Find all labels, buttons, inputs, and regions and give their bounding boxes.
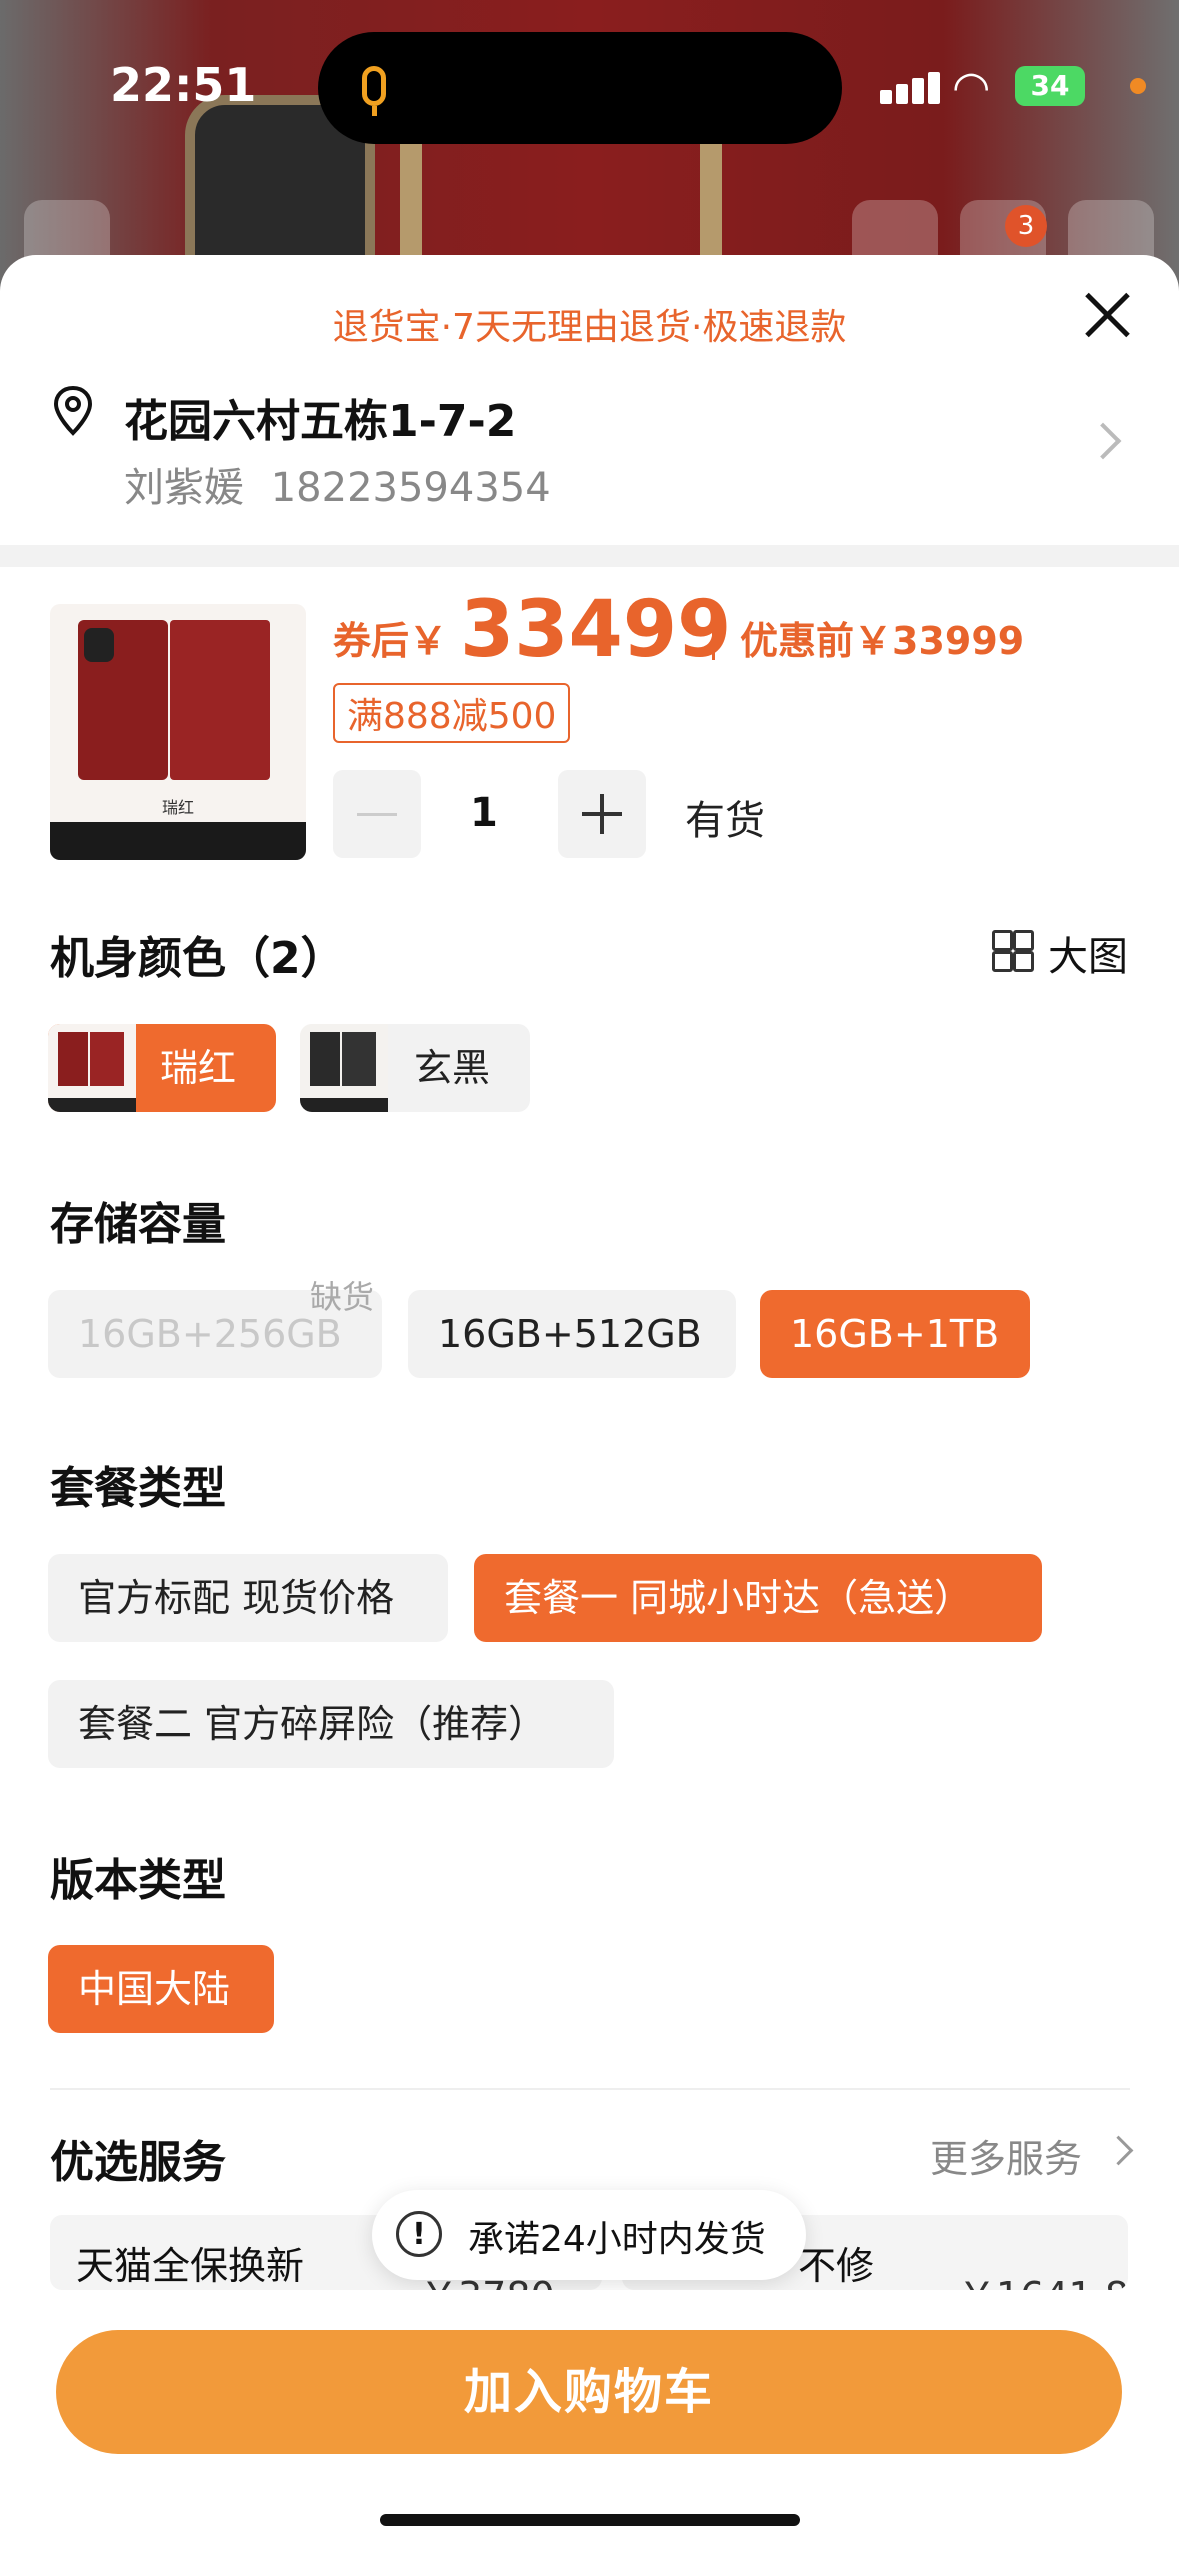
color-option-label: 玄黑 [414,1046,491,1090]
grid-view-icon[interactable] [992,930,1034,972]
wifi-icon: ◠ [952,62,991,113]
storage-option-1tb[interactable]: 16GB+1TB [760,1290,1030,1378]
storage-section-title: 存储容量 [50,1199,226,1250]
color-option-label: 瑞红 [160,1046,237,1090]
thumbnail-caption: 瑞红 [161,798,194,817]
battery-icon: 34 [1015,66,1085,106]
storage-option-512gb[interactable]: 16GB+512GB [408,1290,736,1378]
address-text[interactable]: 花园六村五栋1-7-2 [124,385,516,449]
section-divider [0,545,1179,567]
exclamation-icon: ! [396,2211,442,2257]
location-pin-icon [53,385,93,436]
price-label: 券后￥ [333,619,448,663]
original-price-label: 优惠前￥ [740,619,893,663]
version-section-title: 版本类型 [50,1855,226,1906]
quantity-value[interactable]: 1 [470,790,498,836]
recipient-info[interactable]: 刘紫媛 18223594354 [124,455,551,513]
original-price: 优惠前￥33999 [740,610,1024,665]
add-to-cart-button[interactable]: 加入购物车 [56,2330,1122,2454]
section-divider [50,2088,1130,2090]
coupon-badge: 满888减500 [333,683,571,743]
more-services-link[interactable]: 更多服务 [930,2128,1082,2183]
home-indicator [380,2514,800,2526]
product-thumbnail[interactable]: 瑞红 [50,604,306,860]
microphone-icon-stem [372,106,377,116]
plus-icon [600,794,604,834]
service-label: 天猫全保换新 [76,2244,305,2288]
package-option-insurance[interactable]: 套餐二 官方碎屏险（推荐） [48,1680,614,1768]
package-option-standard[interactable]: 官方标配 现货价格 [48,1554,448,1642]
signal-icon [912,78,924,104]
big-image-toggle[interactable]: 大图 [1048,924,1128,982]
coupon-price: 33499 [460,585,732,675]
service-section-title: 优选服务 [50,2137,226,2188]
dynamic-island [318,32,842,144]
color-section-title: 机身颜色（2） [50,933,345,984]
shipping-promise-toast: ! 承诺24小时内发货 [372,2190,806,2280]
signal-icon [928,72,940,104]
privacy-indicator-dot [1130,78,1146,94]
color-option-red[interactable]: 瑞红 [48,1024,276,1112]
package-option-express[interactable]: 套餐一 同城小时达（急送） [474,1554,1042,1642]
out-of-stock-tag: 缺货 [310,1278,375,1316]
microphone-icon [362,66,386,106]
service-price: ￥1641.8 [958,2265,1128,2290]
price-separator [712,620,715,660]
minus-icon [357,813,397,816]
cart-badge: 3 [1005,205,1047,247]
close-icon[interactable] [1082,290,1132,340]
package-section-title: 套餐类型 [50,1463,226,1514]
version-option-mainland[interactable]: 中国大陆 [48,1945,274,2033]
toast-text: 承诺24小时内发货 [468,2219,766,2260]
color-option-black[interactable]: 玄黑 [300,1024,530,1112]
service-label: 不修 [798,2244,875,2288]
recipient-phone: 18223594354 [270,465,551,511]
recipient-name: 刘紫媛 [124,465,244,511]
stock-status: 有货 [685,798,765,844]
return-policy-banner: 退货宝·7天无理由退货·极速退款 [332,307,847,348]
status-time: 22:51 [110,58,257,112]
signal-icon [896,84,908,104]
original-price-value: 33999 [892,619,1025,663]
signal-icon [880,90,892,104]
